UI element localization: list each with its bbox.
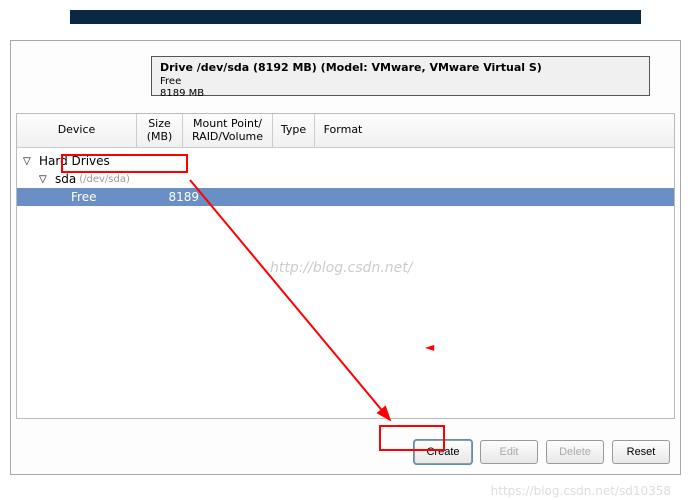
free-size: 8189	[149, 190, 199, 204]
tree-node-sda[interactable]: ▽ sda (/dev/sda)	[17, 170, 674, 188]
expand-icon[interactable]: ▽	[23, 156, 35, 167]
drive-title: Drive /dev/sda (8192 MB) (Model: VMware,…	[160, 61, 641, 74]
edit-button: Edit	[480, 440, 538, 464]
drive-free-block: Free 8189 MB	[160, 76, 641, 100]
button-row: Create Edit Delete Reset	[414, 440, 670, 464]
tree-sda-label: sda	[55, 172, 76, 186]
create-button[interactable]: Create	[414, 440, 472, 464]
tree-node-free[interactable]: Free 8189	[17, 188, 674, 206]
device-tree: ▽ Hard Drives ▽ sda (/dev/sda) Free 8189	[17, 148, 674, 210]
partition-table: Device Size (MB) Mount Point/ RAID/Volum…	[16, 113, 675, 419]
tree-sda-path: (/dev/sda)	[79, 174, 130, 185]
col-size[interactable]: Size (MB)	[137, 114, 183, 147]
drive-free-label: Free	[160, 76, 181, 87]
title-bar	[70, 10, 641, 24]
col-format[interactable]: Format	[315, 114, 371, 147]
tree-root-hard-drives[interactable]: ▽ Hard Drives	[17, 152, 674, 170]
expand-icon[interactable]: ▽	[39, 174, 51, 185]
reset-button[interactable]: Reset	[612, 440, 670, 464]
watermark-footer: https://blog.csdn.net/sd10358	[491, 484, 671, 498]
col-type[interactable]: Type	[273, 114, 315, 147]
delete-button: Delete	[546, 440, 604, 464]
partition-panel: Drive /dev/sda (8192 MB) (Model: VMware,…	[10, 40, 681, 475]
tree-root-label: Hard Drives	[39, 154, 110, 168]
drive-summary-box: Drive /dev/sda (8192 MB) (Model: VMware,…	[151, 56, 650, 96]
free-label: Free	[71, 190, 149, 204]
col-device[interactable]: Device	[17, 114, 137, 147]
col-mount[interactable]: Mount Point/ RAID/Volume	[183, 114, 273, 147]
drive-free-size: 8189 MB	[160, 88, 204, 99]
table-header: Device Size (MB) Mount Point/ RAID/Volum…	[17, 114, 674, 148]
